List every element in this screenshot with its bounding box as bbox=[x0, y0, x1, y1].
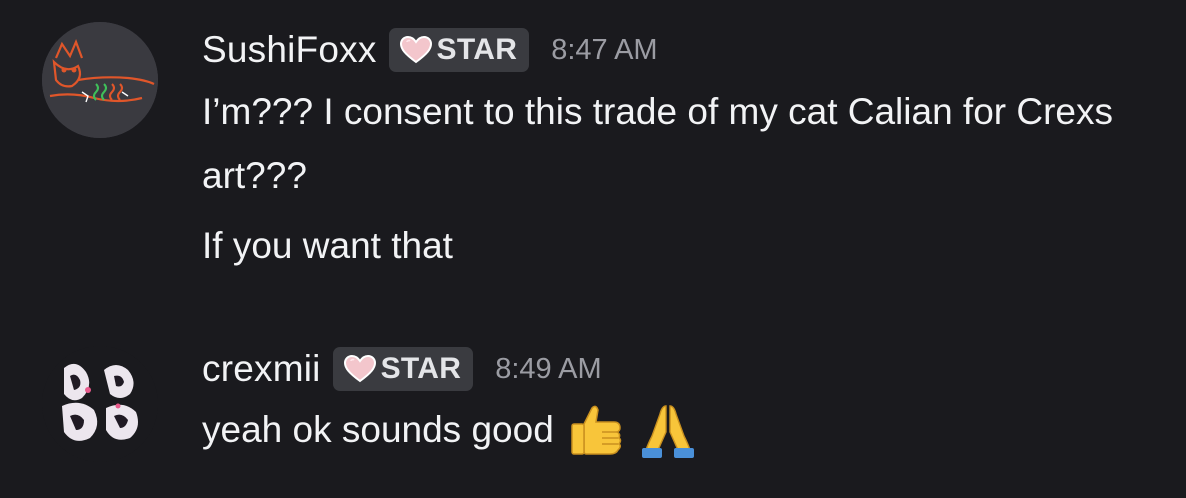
username[interactable]: crexmii bbox=[202, 348, 321, 390]
black-white-cat-avatar-icon bbox=[42, 346, 158, 462]
message-text: yeah ok sounds good bbox=[202, 409, 554, 450]
thumbs-up-emoji-icon bbox=[571, 405, 622, 455]
message-text: I’m??? I consent to this trade of my cat… bbox=[202, 91, 1113, 196]
message-text: If you want that bbox=[202, 225, 453, 266]
chat-message: crexmii STAR 8:49 AM yeah ok sounds good bbox=[0, 330, 1186, 490]
heart-icon bbox=[399, 35, 432, 64]
star-badge[interactable]: STAR bbox=[388, 28, 530, 72]
message-text-row: yeah ok sounds good bbox=[202, 398, 1166, 462]
badge-label: STAR bbox=[380, 352, 462, 385]
fox-cat-avatar-icon bbox=[42, 22, 158, 138]
message-header: crexmii STAR 8:49 AM bbox=[202, 347, 602, 391]
star-badge[interactable]: STAR bbox=[332, 347, 474, 391]
username[interactable]: SushiFoxx bbox=[202, 29, 377, 71]
avatar[interactable] bbox=[42, 346, 158, 462]
chat-message: SushiFoxx STAR 8:47 AM I’m??? I consent … bbox=[0, 0, 1186, 300]
avatar[interactable] bbox=[42, 22, 158, 138]
message-header: SushiFoxx STAR 8:47 AM bbox=[202, 28, 658, 72]
timestamp[interactable]: 8:47 AM bbox=[551, 34, 657, 67]
heart-icon bbox=[343, 354, 376, 383]
timestamp[interactable]: 8:49 AM bbox=[495, 353, 601, 386]
badge-label: STAR bbox=[436, 33, 518, 66]
folded-hands-emoji-icon bbox=[641, 405, 694, 458]
